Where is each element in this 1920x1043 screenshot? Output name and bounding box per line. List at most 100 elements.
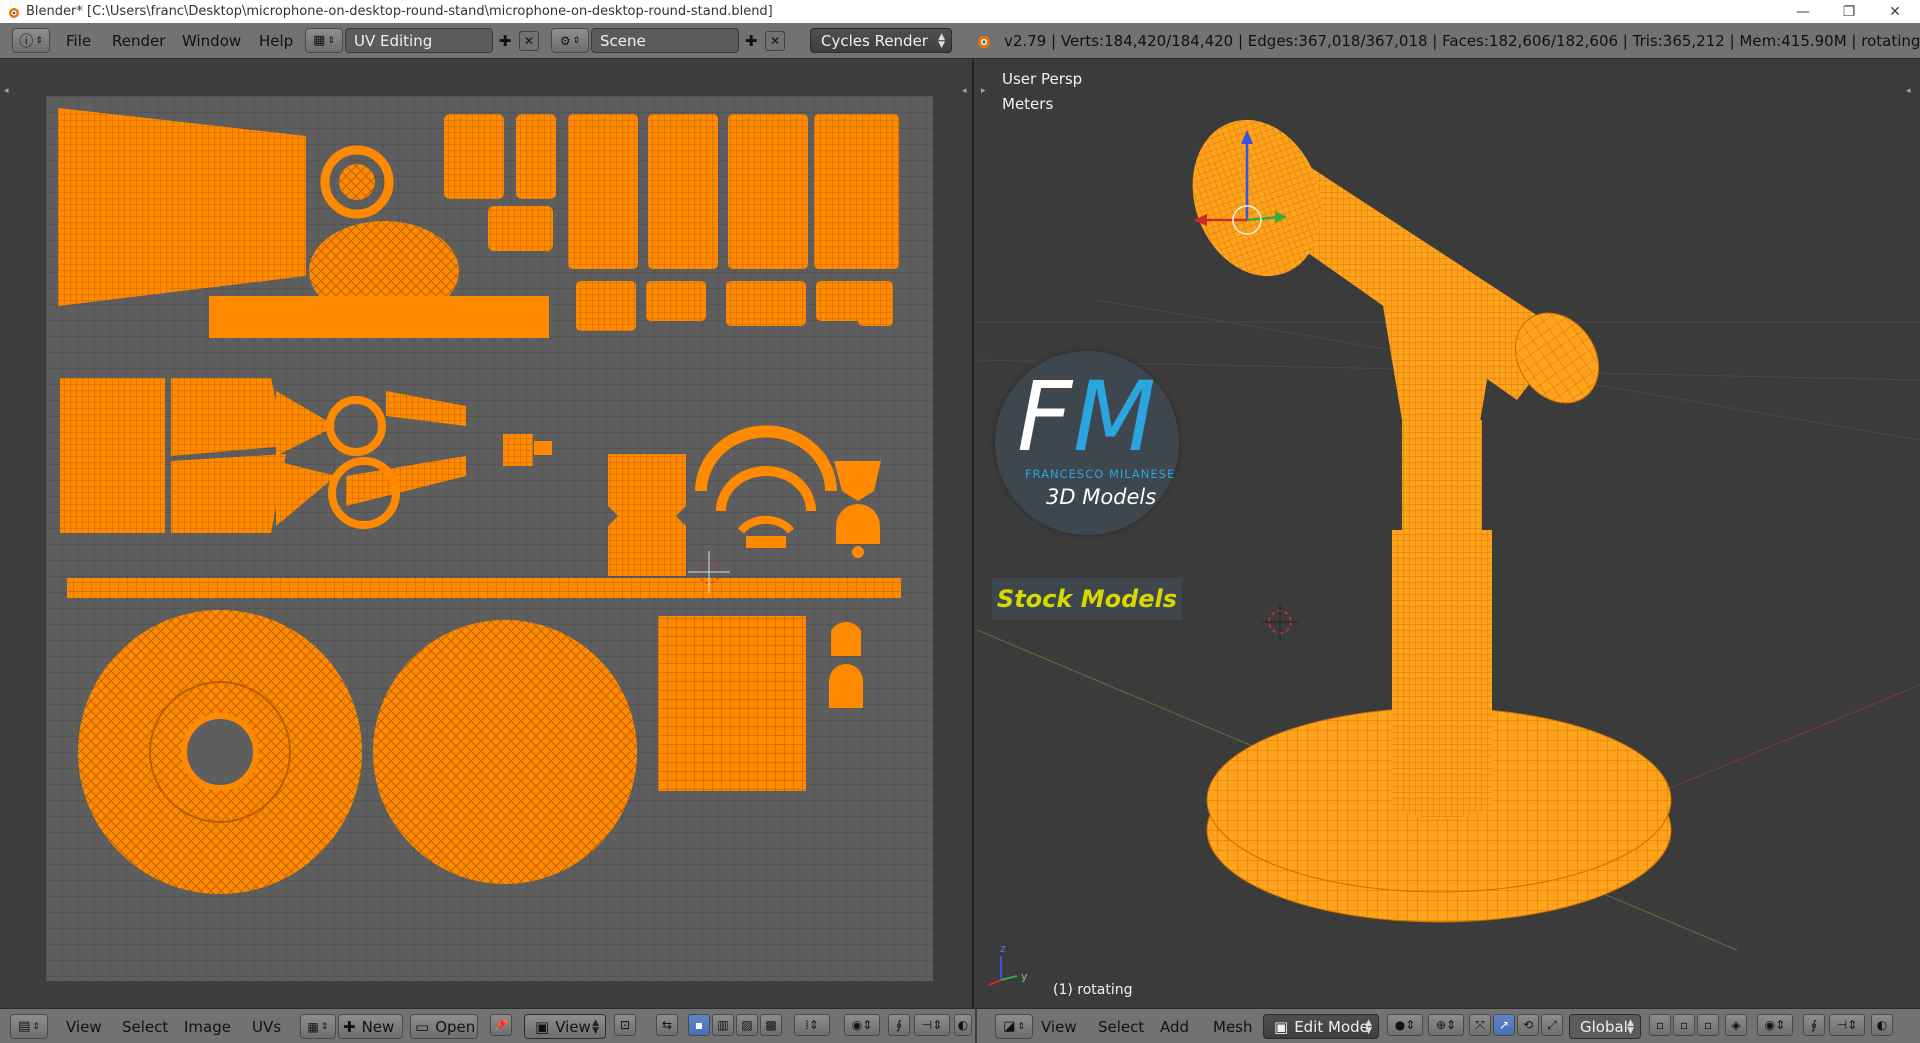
- edge-select-icon[interactable]: ▥: [712, 1014, 734, 1036]
- sticky-select-icon[interactable]: ⁞⇕: [794, 1014, 830, 1036]
- scene-browse-button[interactable]: ⚙ ⇕: [551, 28, 589, 53]
- uv-island: [608, 454, 686, 576]
- add-scene-icon[interactable]: ✚: [741, 31, 761, 51]
- menu-view[interactable]: View: [1041, 1018, 1077, 1036]
- transform-orientation-dropdown[interactable]: Global ▲ ▼: [1569, 1014, 1641, 1039]
- render-preview-icon[interactable]: ◐: [1871, 1014, 1893, 1036]
- uv-island: [836, 504, 880, 544]
- uv-view-label: View: [555, 1017, 591, 1036]
- updown-arrow-icon: ⇕: [32, 1021, 40, 1032]
- vertex-select-icon[interactable]: ▪: [688, 1014, 710, 1036]
- uv-islands: [58, 108, 901, 894]
- snap-icon[interactable]: ∮: [888, 1014, 910, 1036]
- new-image-button[interactable]: ✚ New: [338, 1014, 403, 1039]
- scene-field[interactable]: Scene: [591, 28, 739, 53]
- image-editor-icon: ▤: [18, 1019, 31, 1034]
- info-icon: ⓘ: [19, 33, 34, 50]
- tool-shelf-toggle-icon[interactable]: ◂: [4, 86, 9, 96]
- updown-arrow-icon: ▲ ▼: [592, 1017, 599, 1036]
- menu-window[interactable]: Window: [182, 32, 241, 50]
- menu-view[interactable]: View: [66, 1018, 102, 1036]
- open-image-button[interactable]: ▭ Open: [410, 1014, 478, 1039]
- cube-icon: ◪: [1003, 1019, 1016, 1034]
- watermark-banner-text: Stock Models: [996, 585, 1178, 613]
- maximize-button[interactable]: ❐: [1826, 0, 1872, 23]
- 3d-cursor-icon[interactable]: [1262, 604, 1298, 640]
- close-button[interactable]: ✕: [1872, 0, 1918, 23]
- watermark-logo: F M FRANCESCO MILANESE 3D Models: [995, 351, 1179, 535]
- layer-3-icon[interactable]: ▫: [1697, 1014, 1719, 1036]
- image-browse-button[interactable]: ▦ ⇕: [300, 1014, 336, 1039]
- pivot-icon[interactable]: ⊡: [614, 1014, 636, 1036]
- menu-file[interactable]: File: [66, 32, 91, 50]
- editor-type-info-button[interactable]: ⓘ ⇕: [12, 28, 50, 53]
- blender-logo-icon[interactable]: [974, 32, 992, 50]
- translate-manipulator-icon[interactable]: ↗: [1493, 1014, 1515, 1036]
- snap-element-icon[interactable]: ⊣⇕: [1829, 1014, 1865, 1036]
- uv-island: [829, 664, 863, 708]
- updown-arrow-icon: ▲ ▼: [1627, 1017, 1634, 1036]
- editor-type-button[interactable]: ▤ ⇕: [10, 1014, 48, 1039]
- scale-manipulator-icon[interactable]: ⤢: [1541, 1014, 1563, 1036]
- window-titlebar: Blender* [C:\Users\franc\Desktop\microph…: [0, 0, 1920, 23]
- face-select-icon[interactable]: ▨: [736, 1014, 758, 1036]
- logo-brand-name: FRANCESCO MILANESE: [1025, 467, 1176, 481]
- axis-z-label: z: [1000, 942, 1006, 955]
- proportional-edit-icon[interactable]: ◉⇕: [844, 1014, 880, 1036]
- screen-layout-browse-button[interactable]: ▦ ⇕: [305, 28, 343, 53]
- viewport-shading-icon[interactable]: ●⇕: [1387, 1014, 1423, 1036]
- updown-arrow-icon: ⇕: [572, 35, 581, 46]
- add-layout-icon[interactable]: ✚: [495, 31, 515, 51]
- uv-island: [534, 441, 552, 455]
- updown-arrow-icon: ⇕: [35, 35, 43, 46]
- menu-help[interactable]: Help: [259, 32, 293, 50]
- uv-island: [658, 616, 806, 791]
- open-image-label: Open: [435, 1017, 476, 1036]
- blender-logo-icon: [9, 7, 19, 18]
- edit-mode-icon: ▣: [1274, 1017, 1289, 1036]
- sync-selection-icon[interactable]: ⇆: [656, 1014, 678, 1036]
- occlude-geometry-icon[interactable]: ◈: [1725, 1014, 1747, 1036]
- rotate-manipulator-icon[interactable]: ⟲: [1517, 1014, 1539, 1036]
- 3d-viewport[interactable]: ▸ ◂ User Persp Meters z y (1) rotating F…: [977, 60, 1920, 1008]
- island-select-icon[interactable]: ▩: [760, 1014, 782, 1036]
- minimize-button[interactable]: —: [1780, 0, 1826, 23]
- pivot-point-icon[interactable]: ⊕⇕: [1428, 1014, 1464, 1036]
- scene-icon: ⚙: [559, 33, 571, 48]
- screen-layout-field[interactable]: UV Editing: [345, 28, 493, 53]
- menu-select[interactable]: Select: [122, 1018, 168, 1036]
- menu-mesh[interactable]: Mesh: [1213, 1018, 1253, 1036]
- orientation-label: Global: [1580, 1017, 1628, 1036]
- mode-label: Edit Mode: [1294, 1017, 1369, 1036]
- uv-island: [834, 461, 881, 501]
- updown-arrow-icon: ⇕: [320, 1021, 329, 1032]
- render-slot-icon[interactable]: ◐: [954, 1014, 972, 1036]
- uv-image-editor[interactable]: ◂ ◂: [0, 60, 974, 1008]
- uv-island: [181, 713, 259, 791]
- menu-uvs[interactable]: UVs: [252, 1018, 281, 1036]
- proportional-edit-icon[interactable]: ◉⇕: [1757, 1014, 1793, 1036]
- remove-layout-icon[interactable]: ✕: [519, 30, 539, 51]
- pin-image-icon[interactable]: 📌: [490, 1014, 512, 1036]
- snap-icon[interactable]: ∮: [1803, 1014, 1825, 1036]
- uv-island-group: [60, 378, 466, 533]
- uv-island: [209, 296, 549, 338]
- layer-2-icon[interactable]: ▫: [1673, 1014, 1695, 1036]
- mode-dropdown[interactable]: ▣ Edit Mode ▲ ▼: [1263, 1014, 1379, 1039]
- menu-select[interactable]: Select: [1098, 1018, 1144, 1036]
- image-icon: ▦: [307, 1019, 319, 1034]
- uv-island: [339, 164, 375, 200]
- uv-grid-canvas[interactable]: [46, 96, 933, 981]
- menu-image[interactable]: Image: [184, 1018, 231, 1036]
- editor-type-button[interactable]: ◪ ⇕: [995, 1014, 1033, 1039]
- menu-add[interactable]: Add: [1160, 1018, 1189, 1036]
- render-engine-dropdown[interactable]: Cycles Render ▲ ▼: [810, 28, 952, 53]
- remove-scene-icon[interactable]: ✕: [765, 30, 785, 51]
- menu-render[interactable]: Render: [112, 32, 165, 50]
- manipulator-toggle-icon[interactable]: ⤧: [1469, 1014, 1491, 1036]
- snap-target-icon[interactable]: ⊣⇕: [914, 1014, 950, 1036]
- updown-arrow-icon: ⇕: [1017, 1021, 1025, 1032]
- uv-view-dropdown[interactable]: ▣ View ▲ ▼: [524, 1014, 606, 1039]
- layer-1-icon[interactable]: ▫: [1649, 1014, 1671, 1036]
- properties-toggle-icon[interactable]: ◂: [962, 86, 967, 96]
